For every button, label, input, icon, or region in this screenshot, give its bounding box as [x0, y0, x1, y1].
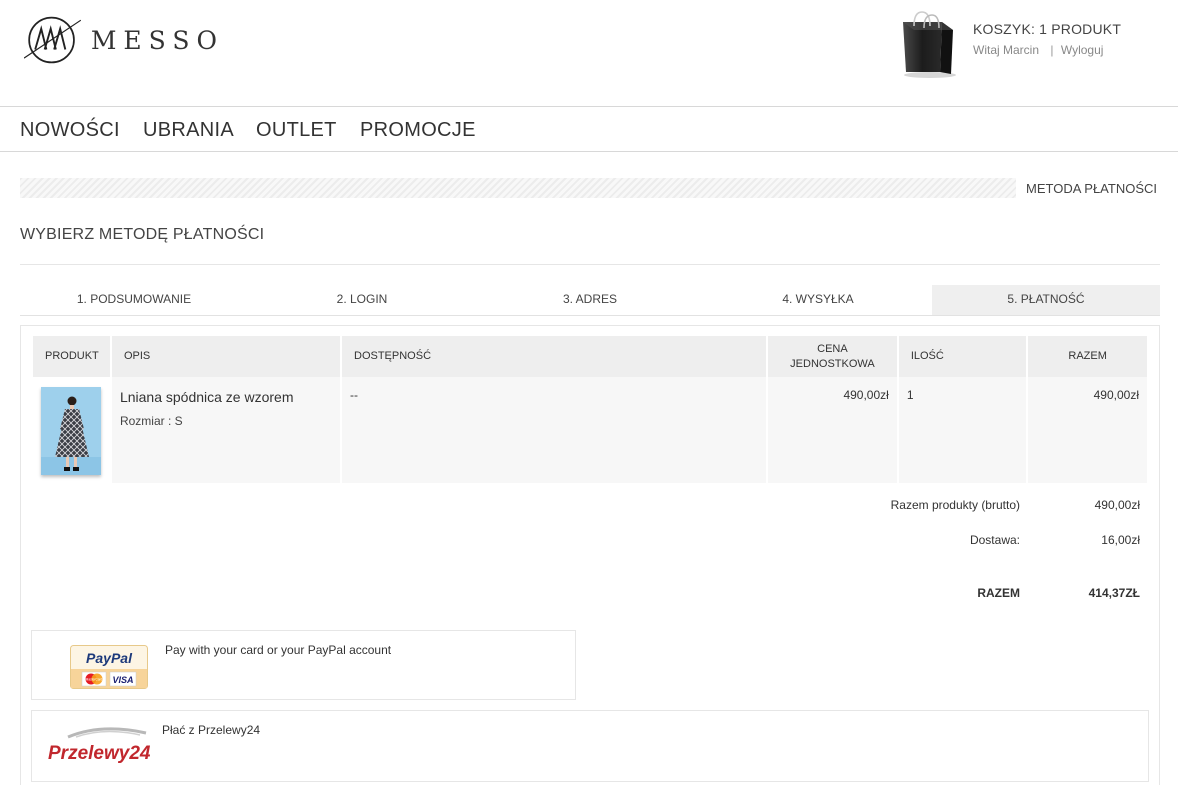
col-unit-price-line1: CENA: [817, 342, 848, 355]
product-thumbnail[interactable]: [41, 387, 101, 475]
product-size: Rozmiar : S: [119, 414, 183, 428]
nav-clothes[interactable]: UBRANIA: [143, 119, 234, 142]
availability-value: --: [350, 388, 358, 402]
paypal-option[interactable]: PayPal MasterCard VISA Pay with your car…: [31, 630, 576, 700]
cart-count[interactable]: KOSZYK: 1 PRODUKT: [973, 21, 1121, 37]
nav-outlet[interactable]: OUTLET: [256, 119, 337, 142]
dress-image: [41, 387, 101, 475]
col-quantity: ILOŚĆ: [898, 336, 1027, 377]
breadcrumb-stripe: [20, 178, 1016, 198]
nav-promotions[interactable]: PROMOCJE: [360, 119, 476, 142]
row-total-value: 490,00zł: [1093, 388, 1139, 402]
grand-total-value: 414,37ZŁ: [1088, 586, 1140, 600]
przelewy24-wordmark: Przelewy24: [48, 743, 150, 764]
visa-icon: VISA: [109, 671, 137, 687]
col-product: PRODUKT: [33, 336, 110, 377]
unit-price-cell: 490,00zł: [768, 377, 897, 483]
logout-link[interactable]: Wyloguj: [1061, 43, 1104, 57]
unit-price-value: 490,00zł: [843, 388, 889, 402]
step-payment[interactable]: 5. PŁATNOŚĆ: [932, 285, 1160, 315]
col-unit-price: CENA JEDNOSTKOWA: [768, 336, 897, 377]
products-total-label: Razem produkty (brutto): [890, 498, 1020, 512]
col-description: OPIS: [111, 336, 340, 377]
separator: |: [1050, 43, 1054, 57]
row-total-cell: 490,00zł: [1028, 377, 1147, 483]
breadcrumb: METODA PŁATNOŚCI: [1026, 181, 1157, 196]
divider: [20, 264, 1160, 265]
brand-name: MESSO: [90, 25, 224, 55]
availability-cell: --: [342, 377, 767, 483]
product-description-cell: Lniana spódnica ze wzorem Rozmiar : S: [111, 377, 340, 483]
paypal-logo-icon: PayPal MasterCard VISA: [70, 645, 148, 689]
messo-emblem-icon: [24, 16, 81, 64]
step-shipping[interactable]: 4. WYSYŁKA: [704, 285, 932, 315]
paypal-description: Pay with your card or your PayPal accoun…: [165, 643, 392, 657]
quantity-value: 1: [906, 388, 914, 402]
products-total-value: 490,00zł: [1094, 498, 1140, 512]
przelewy24-logo-icon: Przelewy24: [48, 727, 150, 764]
messo-logo[interactable]: MESSO: [24, 10, 224, 70]
checkout-steps: 1. PODSUMOWANIE 2. LOGIN 3. ADRES 4. WYS…: [20, 285, 1160, 316]
przelewy24-description: Płać z Przelewy24: [162, 723, 261, 737]
col-unit-price-line2: JEDNOSTKOWA: [790, 357, 875, 370]
step-summary[interactable]: 1. PODSUMOWANIE: [20, 285, 248, 315]
visa-label: VISA: [112, 675, 133, 685]
product-name[interactable]: Lniana spódnica ze wzorem: [120, 389, 340, 405]
product-image-cell: [33, 377, 110, 483]
shipping-value: 16,00zł: [1101, 533, 1140, 547]
step-login[interactable]: 2. LOGIN: [248, 285, 476, 315]
shipping-label: Dostawa:: [969, 533, 1020, 547]
cart-table: PRODUKT OPIS DOSTĘPNOŚĆ CENA JEDNOSTKOWA…: [31, 336, 1149, 483]
col-total: RAZEM: [1028, 336, 1147, 377]
mastercard-label: MasterCard: [86, 678, 103, 682]
nav-new[interactable]: NOWOŚCI: [20, 119, 120, 142]
user-name[interactable]: Marcin: [1003, 43, 1039, 57]
paypal-wordmark: PayPal: [86, 650, 133, 666]
step-address[interactable]: 3. ADRES: [476, 285, 704, 315]
greeting: Witaj: [973, 43, 1000, 57]
main-nav: NOWOŚCI UBRANIA OUTLET PROMOCJE: [0, 108, 1178, 152]
table-row: Lniana spódnica ze wzorem Rozmiar : S --…: [33, 377, 1147, 483]
order-content: PRODUKT OPIS DOSTĘPNOŚĆ CENA JEDNOSTKOWA…: [20, 325, 1160, 785]
site-header: MESSO KOSZYK: 1 PRODUKT Witaj Marcin | W…: [0, 0, 1178, 107]
cart-summary: KOSZYK: 1 PRODUKT Witaj Marcin | Wyloguj: [973, 21, 1121, 57]
mastercard-icon: MasterCard: [81, 671, 107, 687]
quantity-cell: 1: [898, 377, 1027, 483]
grand-total-label: RAZEM: [977, 586, 1020, 600]
page-title: WYBIERZ METODĘ PŁATNOŚCI: [20, 226, 265, 243]
przelewy24-option[interactable]: Przelewy24 Płać z Przelewy24: [31, 710, 1149, 782]
col-availability: DOSTĘPNOŚĆ: [342, 336, 767, 377]
shopping-bag-icon[interactable]: [898, 10, 960, 78]
